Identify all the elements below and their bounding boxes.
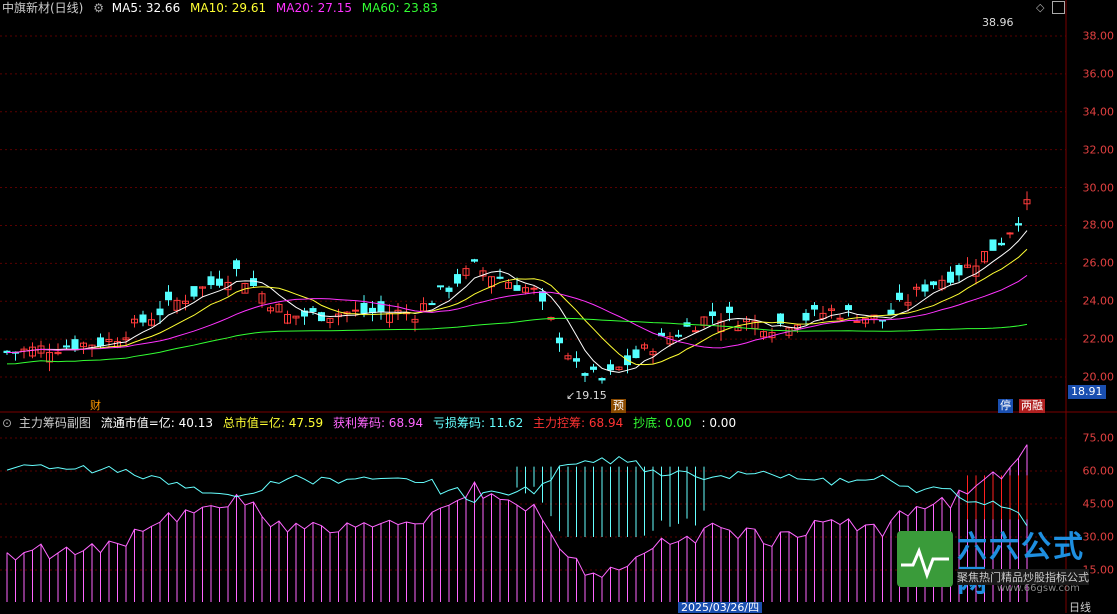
sub-tick-label: 75.00 bbox=[1082, 431, 1115, 445]
candle-body bbox=[318, 312, 325, 322]
period-label[interactable]: 日线 bbox=[1069, 602, 1091, 613]
candle-body bbox=[998, 242, 1005, 246]
candle-body bbox=[1015, 223, 1022, 226]
price-tick-label: 22.00 bbox=[1082, 332, 1115, 346]
candle-body bbox=[709, 311, 716, 317]
event-marker-cai[interactable]: 财 bbox=[88, 399, 103, 413]
logo-url: www.66gsw.com bbox=[997, 583, 1080, 594]
candle-body bbox=[250, 278, 257, 287]
candle-body bbox=[428, 303, 436, 306]
candle-body bbox=[726, 306, 733, 313]
sub-tick-label: 45.00 bbox=[1082, 497, 1115, 511]
price-tick-label: 30.00 bbox=[1082, 181, 1115, 195]
candle-body bbox=[675, 334, 682, 337]
candle-body bbox=[845, 305, 852, 311]
event-marker-liangrong[interactable]: 两融 bbox=[1019, 399, 1045, 413]
bottom-value: 抄底: 0.00 bbox=[633, 416, 692, 430]
candle-body bbox=[139, 314, 147, 323]
candle-body bbox=[853, 320, 861, 323]
sub-tick-label: 60.00 bbox=[1082, 464, 1115, 478]
price-tick-label: 24.00 bbox=[1082, 294, 1115, 308]
candle-body bbox=[309, 308, 317, 312]
candle-body bbox=[530, 287, 538, 290]
candle-body bbox=[513, 285, 521, 291]
candle-body bbox=[165, 291, 172, 301]
candle-body bbox=[556, 337, 563, 344]
current-price-box: 18.91 bbox=[1068, 385, 1106, 399]
candle-body bbox=[471, 259, 478, 262]
sub-collapse-icon[interactable]: ⊙ bbox=[2, 416, 12, 430]
candle-body bbox=[377, 301, 385, 313]
candle-body bbox=[590, 366, 597, 370]
candle-body bbox=[581, 373, 589, 376]
candle-body bbox=[573, 358, 580, 362]
watermark-logo: 六六公式网 聚焦热门精品炒股指标公式 www.66gsw.com bbox=[897, 531, 1113, 599]
candle-body bbox=[802, 312, 810, 321]
price-tick-label: 32.00 bbox=[1082, 143, 1115, 157]
candle-body bbox=[539, 291, 546, 302]
candle-body bbox=[1006, 232, 1014, 235]
crosshair-date-label: 2025/03/26/四 bbox=[678, 602, 763, 613]
candle-body bbox=[921, 284, 929, 292]
candle-body bbox=[947, 271, 954, 283]
total-cap-value: 总市值=亿: 47.59 bbox=[222, 416, 324, 430]
price-tick-label: 38.00 bbox=[1082, 29, 1115, 43]
price-tick-label: 20.00 bbox=[1082, 370, 1115, 384]
candle-body bbox=[360, 302, 368, 314]
candle-body bbox=[97, 337, 104, 347]
candle-body bbox=[190, 286, 198, 297]
main-control-value: 主力控筹: 68.94 bbox=[533, 416, 624, 430]
event-marker-ting[interactable]: 停 bbox=[998, 399, 1013, 413]
candle-body bbox=[352, 309, 359, 312]
candlestick-series bbox=[3, 191, 1031, 384]
sub-chart-title: 主力筹码副图 bbox=[18, 416, 91, 430]
low-price-label: ↙19.15 bbox=[566, 389, 607, 402]
candle-body bbox=[156, 308, 164, 316]
sub-chart-legend: ⊙ 主力筹码副图 流通市值=亿: 40.13 总市值=亿: 47.59 获利筹码… bbox=[2, 414, 742, 432]
loss-chips-value: 亏损筹码: 11.62 bbox=[433, 416, 524, 430]
candle-body bbox=[207, 276, 215, 286]
candle-body bbox=[930, 281, 937, 286]
candle-body bbox=[811, 305, 818, 310]
candle-body bbox=[496, 276, 504, 279]
price-tick-label: 28.00 bbox=[1082, 218, 1115, 232]
candle-body bbox=[896, 292, 903, 300]
candle-body bbox=[836, 317, 844, 320]
candle-body bbox=[454, 274, 461, 284]
candle-body bbox=[632, 349, 640, 359]
candle-body bbox=[233, 260, 240, 269]
candle-body bbox=[216, 278, 223, 286]
extra-value: : 0.00 bbox=[701, 416, 737, 430]
price-tick-label: 36.00 bbox=[1082, 67, 1115, 81]
candle-body bbox=[63, 345, 70, 348]
candle-body bbox=[437, 285, 444, 288]
candle-body bbox=[71, 339, 79, 351]
price-tick-label: 26.00 bbox=[1082, 256, 1115, 270]
candle-body bbox=[989, 239, 997, 251]
high-price-label: 38.96 bbox=[982, 16, 1014, 29]
logo-icon bbox=[897, 531, 953, 587]
candle-body bbox=[887, 309, 895, 315]
candle-body bbox=[445, 287, 453, 292]
float-cap-value: 流通市值=亿: 40.13 bbox=[100, 416, 214, 430]
candle-body bbox=[598, 378, 606, 381]
candle-body bbox=[955, 264, 963, 276]
event-marker-yu[interactable]: 预 bbox=[611, 399, 626, 413]
candle-body bbox=[607, 364, 614, 371]
stock-chart bbox=[0, 0, 1117, 613]
price-tick-label: 34.00 bbox=[1082, 105, 1115, 119]
profit-chips-value: 获利筹码: 68.94 bbox=[332, 416, 424, 430]
